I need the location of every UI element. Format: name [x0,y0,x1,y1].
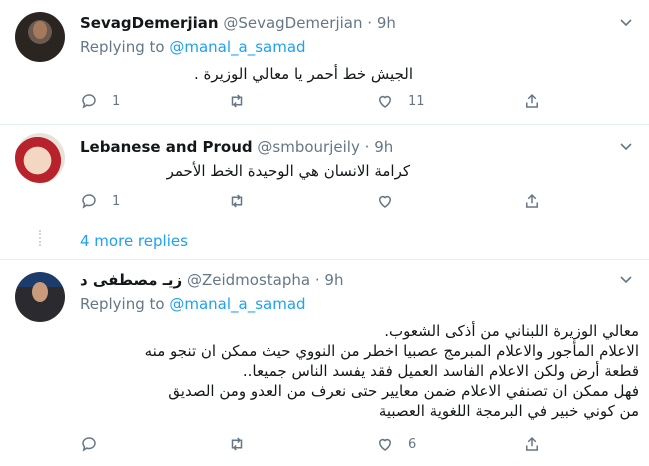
like-button[interactable] [376,192,394,210]
share-icon [526,193,538,208]
replying-to: Replying to @manal_a_samad [80,38,306,56]
separator-dot: · [364,138,370,156]
tweet-actions: 1 [80,192,540,212]
tweet-text: الجيش خط أحمر يا معالي الوزيرة . [194,64,413,84]
tweet-header: Lebanese and Proud @smbourjeily · 9h [80,138,393,156]
tweet-text: معالي الوزيرة اللبناني من أذكى الشعوب. ا… [145,321,639,421]
tweet-text-line: الجيش خط أحمر يا معالي الوزيرة . [193,65,413,83]
share-icon [526,93,538,108]
like-count: 11 [408,93,425,109]
tweet-header: SevagDemerjian @SevagDemerjian · 9h [80,14,396,32]
share-icon [526,436,538,451]
like-icon [378,95,392,108]
retweet-icon [231,437,243,451]
avatar[interactable] [15,12,65,62]
caret-down-icon[interactable] [618,138,634,154]
timestamp[interactable]: 9h [324,271,343,289]
share-button[interactable] [523,92,541,110]
tweet-text-line: من كوني خبير في البرمجة اللغوية العصبية [378,402,639,420]
like-icon [378,195,392,208]
share-button[interactable] [523,435,541,453]
retweet-icon [231,94,243,108]
mention-link[interactable]: @manal_a_samad [169,295,305,313]
divider [0,124,649,125]
avatar[interactable] [15,272,65,322]
separator-dot: · [367,14,373,32]
user-handle[interactable]: @smbourjeily [257,138,359,156]
user-handle[interactable]: @SevagDemerjian [223,14,362,32]
display-name[interactable]: Lebanese and Proud [80,138,253,156]
retweet-button[interactable] [228,192,246,210]
tweet-header: زيـ مصطفى د @Zeidmostapha · 9h [80,271,343,289]
reply-button[interactable] [80,435,98,453]
tweet-text-line: فهل ممكن ان تصنفي الاعلام ضمن معايير حتى… [168,382,639,400]
display-name[interactable]: SevagDemerjian [80,14,219,32]
avatar[interactable] [15,133,65,183]
tweet-text-line: الاعلام المأجور والاعلام المبرمج عصبيا ا… [144,342,639,360]
replying-prefix: Replying to [80,38,170,56]
like-count: 6 [408,436,417,452]
tweet-actions: 6 [80,435,540,455]
reply-button[interactable]: 1 [80,92,120,110]
divider [0,259,649,260]
tweet-actions: 1 11 [80,92,540,112]
reply-button[interactable]: 1 [80,192,120,210]
retweet-button[interactable] [228,92,246,110]
retweet-button[interactable] [228,435,246,453]
share-button[interactable] [523,192,541,210]
replying-prefix: Replying to [80,295,170,313]
caret-down-icon[interactable] [618,14,634,30]
thread-connector [39,230,41,246]
display-name[interactable]: زيـ مصطفى د [80,271,182,289]
separator-dot: · [314,271,320,289]
replying-to: Replying to @manal_a_samad [80,295,306,313]
mention-link[interactable]: @manal_a_samad [169,38,305,56]
like-icon [378,438,392,451]
reply-count: 1 [112,193,121,209]
reply-count: 1 [112,93,121,109]
tweet-text-line: معالي الوزيرة اللبناني من أذكى الشعوب. [384,322,639,340]
more-replies-link[interactable]: 4 more replies [80,232,188,250]
like-button[interactable]: 11 [376,92,425,110]
like-button[interactable]: 6 [376,435,416,453]
tweet-text-line: كرامة الانسان هي الوحيدة الخط الأحمر [166,162,410,180]
caret-down-icon[interactable] [618,271,634,287]
timestamp[interactable]: 9h [374,138,393,156]
timestamp[interactable]: 9h [377,14,396,32]
reply-icon [82,194,96,209]
reply-icon [82,437,96,452]
retweet-icon [231,194,243,208]
tweet-text-line: قطعة أرض ولكن الاعلام الفاسد العميل فقد … [242,362,639,380]
tweet-text: كرامة الانسان هي الوحيدة الخط الأحمر [167,161,410,181]
reply-icon [82,94,96,109]
user-handle[interactable]: @Zeidmostapha [187,271,310,289]
